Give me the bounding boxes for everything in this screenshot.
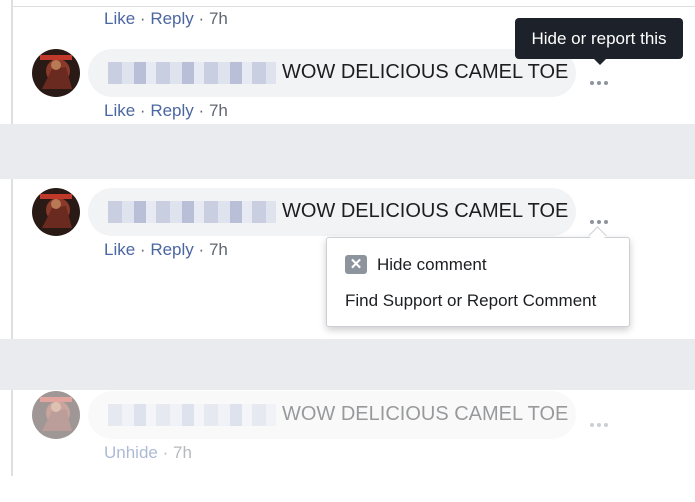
- thread-line: [11, 0, 13, 476]
- separator: ·: [198, 240, 205, 259]
- timestamp[interactable]: 7h: [209, 101, 228, 120]
- section-divider: [0, 339, 695, 390]
- comment-options-menu: ✕ Hide comment Find Support or Report Co…: [326, 237, 630, 327]
- like-link[interactable]: Like: [104, 240, 135, 259]
- unhide-link[interactable]: Unhide: [104, 443, 158, 462]
- tooltip-arrow: [593, 58, 607, 65]
- avatar[interactable]: [32, 188, 80, 236]
- comment-text: WOW DELICIOUS CAMEL TOE: [282, 200, 569, 222]
- close-x-icon: ✕: [345, 255, 367, 274]
- hide-comment-item[interactable]: Hide comment: [377, 255, 487, 275]
- tooltip-text: Hide or report this: [531, 28, 667, 48]
- separator: ·: [139, 240, 146, 259]
- separator: ·: [198, 101, 205, 120]
- tooltip: Hide or report this: [515, 18, 683, 59]
- section-divider: [0, 124, 695, 179]
- more-dots-icon[interactable]: [590, 72, 612, 85]
- reply-link[interactable]: Reply: [150, 240, 193, 259]
- author-name-blurred[interactable]: [108, 62, 276, 84]
- report-comment-item[interactable]: Find Support or Report Comment: [345, 291, 596, 311]
- comment-actions: Like · Reply · 7h: [104, 240, 228, 260]
- comment-actions: Like · Reply · 7h: [104, 9, 228, 29]
- more-dots-icon[interactable]: [590, 414, 612, 427]
- avatar[interactable]: [32, 49, 80, 97]
- timestamp[interactable]: 7h: [209, 9, 228, 28]
- timestamp[interactable]: 7h: [209, 240, 228, 259]
- separator: ·: [198, 9, 205, 28]
- timestamp[interactable]: 7h: [173, 443, 192, 462]
- comment-actions: Unhide · 7h: [104, 443, 192, 463]
- comment-actions: Like · Reply · 7h: [104, 101, 228, 121]
- comment-bubble: WOW DELICIOUS CAMEL TOE: [88, 391, 576, 439]
- comment-text: WOW DELICIOUS CAMEL TOE: [282, 61, 569, 83]
- comment-bubble: WOW DELICIOUS CAMEL TOE: [88, 188, 576, 236]
- separator: ·: [139, 101, 146, 120]
- reply-link[interactable]: Reply: [150, 101, 193, 120]
- like-link[interactable]: Like: [104, 101, 135, 120]
- divider: [11, 6, 695, 7]
- more-dots-icon[interactable]: [590, 211, 612, 224]
- author-name-blurred[interactable]: [108, 404, 276, 426]
- separator: ·: [162, 443, 169, 462]
- like-link[interactable]: Like: [104, 9, 135, 28]
- author-name-blurred[interactable]: [108, 201, 276, 223]
- comment-text: WOW DELICIOUS CAMEL TOE: [282, 403, 569, 425]
- separator: ·: [139, 9, 146, 28]
- comment-bubble: WOW DELICIOUS CAMEL TOE: [88, 49, 576, 97]
- reply-link[interactable]: Reply: [150, 9, 193, 28]
- avatar[interactable]: [32, 391, 80, 439]
